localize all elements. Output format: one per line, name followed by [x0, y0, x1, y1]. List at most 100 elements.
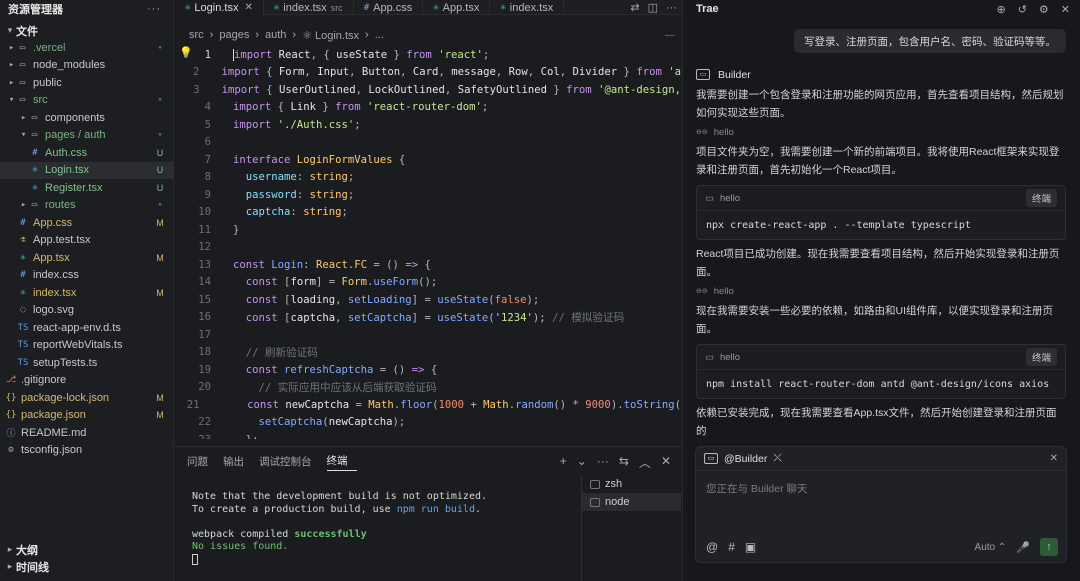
image-icon[interactable]: ▣: [745, 540, 756, 554]
breadcrumb: src › pages › auth › ⚛ Login.tsx ›...: [175, 24, 681, 46]
more-icon[interactable]: ···: [147, 3, 161, 15]
open-terminal-button[interactable]: 终端: [1025, 348, 1057, 366]
file-icon: {}: [5, 410, 17, 421]
terminal-instance-node[interactable]: node: [582, 493, 681, 511]
editor-tab-index-tsx-src[interactable]: ⚛ index.tsx src: [264, 0, 354, 15]
breadcrumb-item[interactable]: auth: [265, 29, 286, 41]
tree-item-public[interactable]: ▸ ▭ public: [0, 74, 173, 92]
send-button[interactable]: ↑: [1040, 538, 1058, 556]
tree-item-register-tsx[interactable]: ⚛ Register.tsx U: [0, 179, 173, 197]
more-icon[interactable]: ···: [666, 2, 677, 14]
tree-item-react-app-env-d-ts[interactable]: TS react-app-env.d.ts: [0, 319, 173, 337]
terminal-instance-zsh[interactable]: zsh: [582, 475, 681, 493]
tree-item-index-tsx[interactable]: ⚛ index.tsx M: [0, 284, 173, 302]
command-card-label: hello: [719, 192, 741, 204]
command-card-header: ▭ hello 终端: [697, 345, 1065, 370]
thought-step[interactable]: ⊖⊖ hello: [696, 283, 1066, 299]
split-icon[interactable]: ⇆: [619, 454, 629, 471]
more-icon[interactable]: ···: [597, 454, 609, 471]
line-number: 15: [198, 293, 211, 306]
section-files[interactable]: ▾ 文件: [0, 22, 173, 39]
chat-input-field[interactable]: 您正在与 Builder 聊天: [696, 471, 1066, 496]
agent-switch-icon[interactable]: ⤫: [773, 452, 781, 465]
minimap-more[interactable]: —: [665, 30, 675, 41]
tree-item-app-css[interactable]: # App.css M: [0, 214, 173, 232]
tree-item-reportwebvitals-ts[interactable]: TS reportWebVitals.ts: [0, 337, 173, 355]
command-card-title: ▭ hello: [705, 193, 740, 204]
tree-item-src[interactable]: ▾ ▭ src ●: [0, 92, 173, 110]
section-outline[interactable]: ▸ 大纲: [0, 541, 174, 558]
tree-item-tsconfig-json[interactable]: ⚙ tsconfig.json: [0, 442, 173, 460]
tree-item-setuptests-ts[interactable]: TS setupTests.ts: [0, 354, 173, 372]
code-text: username: string;: [245, 171, 355, 184]
panel-tab-3[interactable]: 终端: [326, 451, 357, 471]
panel-tab-0[interactable]: 问题: [187, 447, 217, 475]
compare-icon[interactable]: ⇄: [630, 1, 639, 14]
code-line: 1 import React, { useState } from 'react'…: [175, 46, 681, 64]
code-text: const [captcha, setCaptcha] = useState('…: [245, 311, 625, 324]
new-chat-icon[interactable]: ⊕: [996, 3, 1005, 16]
file-icon: ⚛: [20, 287, 26, 298]
code-area[interactable]: 1 import React, { useState } from 'react'…: [175, 46, 681, 439]
tree-item-components[interactable]: ▸ ▭ components: [0, 109, 173, 127]
panel-tab-1[interactable]: 输出: [223, 447, 253, 475]
tree-item-node-modules[interactable]: ▸ ▭ node_modules: [0, 57, 173, 75]
code-line: 21 const newCaptcha = Math.floor(1000 + …: [175, 396, 681, 414]
tree-item-app-test-tsx[interactable]: ⚗ App.test.tsx: [0, 232, 173, 250]
tree-item-package-lock-json[interactable]: {} package-lock.json M: [0, 389, 173, 407]
close-icon[interactable]: ✕: [1061, 3, 1070, 16]
tree-item-readme-md[interactable]: ⓘ README.md: [0, 424, 173, 442]
tree-item-app-tsx[interactable]: ⚛ App.tsx M: [0, 249, 173, 267]
terminal-output[interactable]: Note that the development build is not o…: [192, 491, 487, 567]
close-icon[interactable]: ✕: [244, 2, 252, 13]
file-icon: #: [32, 147, 38, 158]
dropdown-icon[interactable]: ⌄: [577, 454, 587, 471]
code-text: setCaptcha(newCaptcha);: [258, 416, 406, 429]
mention-icon[interactable]: @: [706, 540, 718, 554]
agent-message: 我需要创建一个包含登录和注册功能的网页应用，首先查看项目结构，然后规划如何实现这…: [696, 89, 1064, 119]
model-select[interactable]: Auto ⌃: [975, 542, 1007, 553]
tree-item-label: tsconfig.json: [21, 444, 83, 457]
tree-item-logo-svg[interactable]: ◌ logo.svg: [0, 302, 173, 320]
maximize-icon[interactable]: ︿: [639, 454, 651, 471]
split-editor-icon[interactable]: ◫: [648, 1, 658, 14]
chat-header-icons: ⊕ ↺ ⚙ ✕: [996, 3, 1070, 16]
editor-panel: ⚛ Login.tsx ✕ ⚛ index.tsx src # App.css ⚛ App.tsx…: [175, 0, 681, 445]
hash-icon[interactable]: #: [728, 540, 735, 554]
settings-icon[interactable]: ⚙: [1039, 3, 1049, 16]
breadcrumb-item[interactable]: src: [189, 29, 204, 41]
code-line: 16 const [captcha, setCaptcha] = useStat…: [175, 309, 681, 327]
close-icon[interactable]: ✕: [1050, 453, 1058, 464]
editor-tab-index-tsx[interactable]: ⚛ index.tsx: [490, 0, 565, 15]
close-icon[interactable]: ✕: [661, 454, 671, 471]
thought-step[interactable]: ⊖⊖ hello: [696, 124, 1066, 140]
tree-item-login-tsx[interactable]: ⚛ Login.tsx U: [0, 161, 173, 179]
tree-item-index-css[interactable]: # index.css: [0, 267, 173, 285]
breadcrumb-item[interactable]: pages: [219, 29, 249, 41]
tree-item-routes[interactable]: ▸ ▭ routes ●: [0, 197, 173, 215]
panel-actions: + ⌄ ··· ⇆ ︿ ✕: [560, 454, 671, 471]
editor-tab-app-css[interactable]: # App.css: [354, 0, 424, 15]
editor-tab-app-tsx[interactable]: ⚛ App.tsx: [423, 0, 491, 15]
microphone-icon[interactable]: 🎤: [1016, 541, 1030, 554]
tree-item-package-json[interactable]: {} package.json M: [0, 407, 173, 425]
editor-tab-login-tsx[interactable]: ⚛ Login.tsx ✕: [175, 0, 264, 15]
tree-item-pages-auth[interactable]: ▾ ▭ pages / auth ●: [0, 127, 173, 145]
tree-item-vercel[interactable]: ▸ ▭ .vercel ●: [0, 39, 173, 57]
folder-icon: ▸ ▭: [8, 77, 26, 88]
agent-mention[interactable]: @Builder: [724, 453, 767, 465]
code-line: 8 username: string;: [175, 169, 681, 187]
open-terminal-button[interactable]: 终端: [1025, 189, 1057, 207]
add-terminal-icon[interactable]: +: [560, 454, 567, 471]
tab-path: src: [330, 2, 343, 13]
section-timeline[interactable]: ▸ 时间线: [0, 558, 174, 575]
panel-tab-2[interactable]: 调试控制台: [259, 447, 321, 475]
tree-item-label: .gitignore: [21, 374, 67, 387]
tree-item-auth-css[interactable]: # Auth.css U: [0, 144, 173, 162]
code-text: }: [233, 223, 240, 236]
breadcrumb-item[interactable]: ...: [375, 29, 384, 41]
chat-title: Trae: [696, 3, 719, 15]
tree-item-gitignore[interactable]: ⎇ .gitignore: [0, 372, 173, 390]
breadcrumb-item[interactable]: ⚛ Login.tsx: [302, 29, 359, 42]
history-icon[interactable]: ↺: [1018, 3, 1027, 16]
